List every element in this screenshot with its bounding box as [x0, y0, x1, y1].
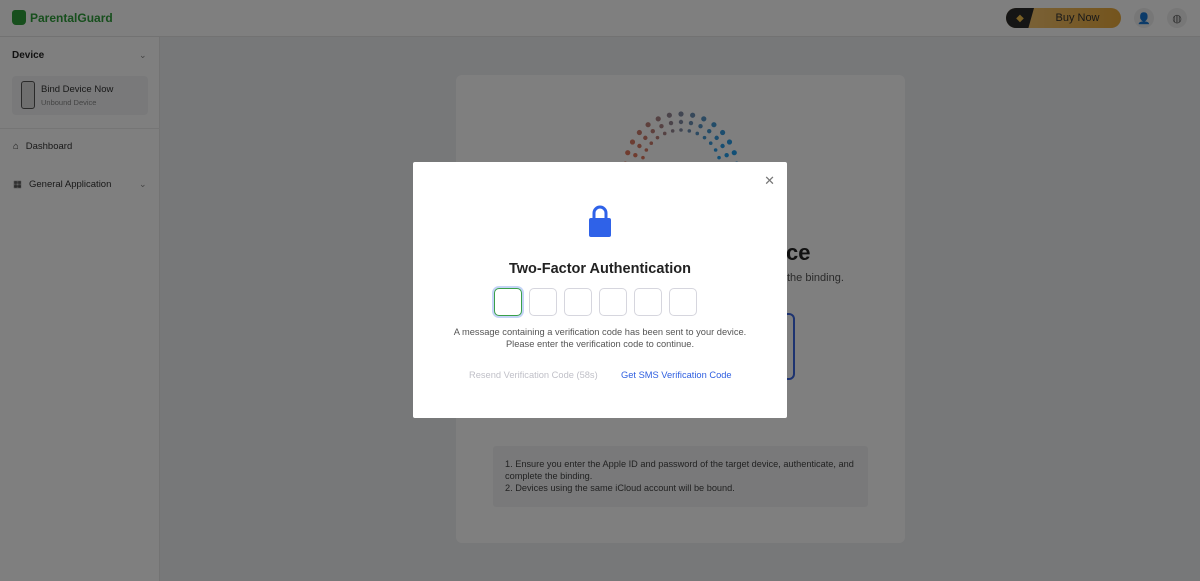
lock-icon: [589, 205, 611, 237]
code-digit-1[interactable]: [494, 288, 522, 316]
resend-code-button[interactable]: Resend Verification Code (58s): [469, 370, 598, 380]
dialog-title: Two-Factor Authentication: [508, 261, 692, 277]
code-digit-3[interactable]: [564, 288, 592, 316]
code-digit-6[interactable]: [669, 288, 697, 316]
message-line-2: Please enter the verification code to co…: [505, 339, 695, 349]
code-digit-4[interactable]: [599, 288, 627, 316]
two-factor-dialog: ✕ Two-Factor Authentication A message co…: [413, 162, 787, 418]
code-digit-2[interactable]: [529, 288, 557, 316]
get-sms-code-link[interactable]: Get SMS Verification Code: [621, 370, 732, 380]
message-line-1: A message containing a verification code…: [453, 327, 747, 337]
verification-code-input: [494, 288, 697, 316]
dialog-message: A message containing a verification code…: [413, 326, 787, 350]
close-icon[interactable]: ✕: [764, 173, 775, 189]
code-digit-5[interactable]: [634, 288, 662, 316]
